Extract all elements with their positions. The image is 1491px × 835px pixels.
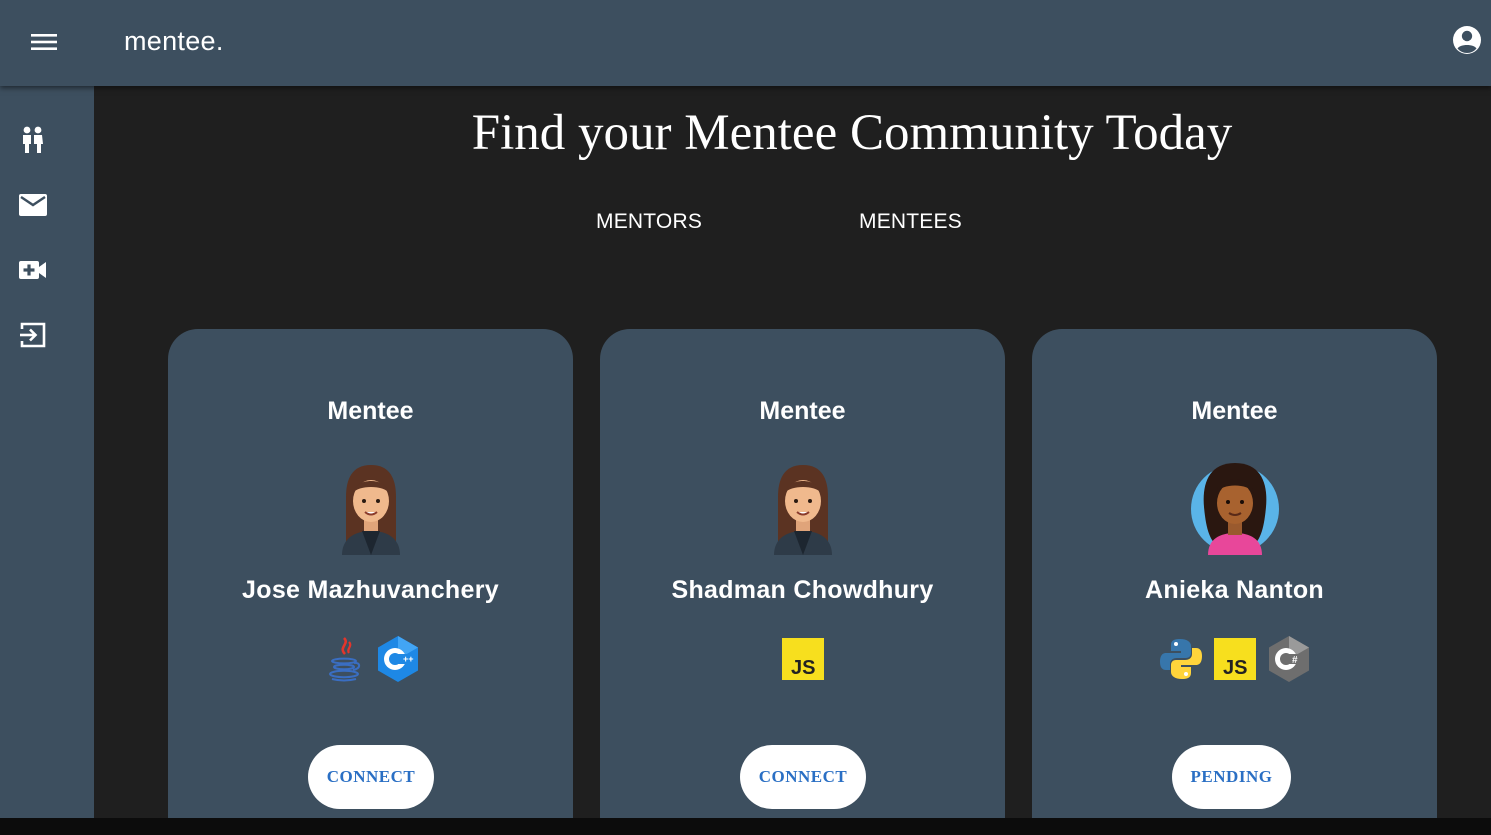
video-call-icon bbox=[19, 261, 46, 279]
csharp-icon: # bbox=[1267, 635, 1311, 683]
card-role: Mentee bbox=[759, 397, 846, 425]
card-name: Anieka Nanton bbox=[1145, 576, 1324, 604]
javascript-icon: JS bbox=[781, 635, 825, 683]
card-name: Jose Mazhuvanchery bbox=[242, 576, 499, 604]
tab-mentors[interactable]: MENTORS bbox=[596, 210, 702, 234]
app-bar: mentee. bbox=[0, 0, 1491, 86]
sidebar bbox=[0, 86, 94, 818]
card-name: Shadman Chowdhury bbox=[671, 576, 934, 604]
svg-text:++: ++ bbox=[403, 654, 414, 664]
people-icon bbox=[23, 126, 43, 153]
mentee-card: Mentee Anieka Nanton JS # PENDING bbox=[1032, 329, 1437, 835]
python-icon bbox=[1159, 635, 1203, 683]
connect-button[interactable]: CONNECT bbox=[308, 745, 434, 809]
card-role: Mentee bbox=[327, 397, 414, 425]
mail-icon bbox=[19, 194, 47, 216]
cpp-icon: ++ bbox=[376, 635, 420, 683]
svg-text:#: # bbox=[1292, 655, 1298, 666]
logout-icon bbox=[20, 322, 46, 348]
svg-text:JS: JS bbox=[1223, 657, 1247, 679]
page-title: Find your Mentee Community Today bbox=[471, 105, 1233, 161]
avatar-icon bbox=[1191, 463, 1279, 555]
skill-list: ++ bbox=[168, 635, 573, 683]
svg-text:JS: JS bbox=[791, 657, 815, 679]
avatar-icon bbox=[774, 465, 832, 555]
java-icon bbox=[322, 635, 366, 683]
mentee-card: Mentee Shadman Chowdhury JS CONNECT bbox=[600, 329, 1005, 835]
sidebar-item-mentees[interactable] bbox=[16, 123, 50, 157]
sidebar-item-video-call[interactable] bbox=[16, 253, 50, 287]
connect-button[interactable]: CONNECT bbox=[740, 745, 866, 809]
mentee-card: Mentee Jose Mazhuvanchery ++ CONNECT bbox=[168, 329, 573, 835]
skill-list: JS bbox=[600, 635, 1005, 683]
sidebar-item-logout[interactable] bbox=[16, 318, 50, 352]
skill-list: JS # bbox=[1032, 635, 1437, 683]
sidebar-item-messages[interactable] bbox=[16, 188, 50, 222]
bottom-edge bbox=[0, 818, 1491, 835]
brand-logo[interactable]: mentee. bbox=[124, 26, 224, 57]
card-role: Mentee bbox=[1191, 397, 1278, 425]
avatar-icon bbox=[342, 465, 400, 555]
account-circle-icon[interactable] bbox=[1451, 24, 1483, 56]
menu-icon[interactable] bbox=[28, 28, 60, 56]
pending-button[interactable]: PENDING bbox=[1172, 745, 1291, 809]
javascript-icon: JS bbox=[1213, 635, 1257, 683]
tab-mentees[interactable]: MENTEES bbox=[859, 210, 962, 234]
